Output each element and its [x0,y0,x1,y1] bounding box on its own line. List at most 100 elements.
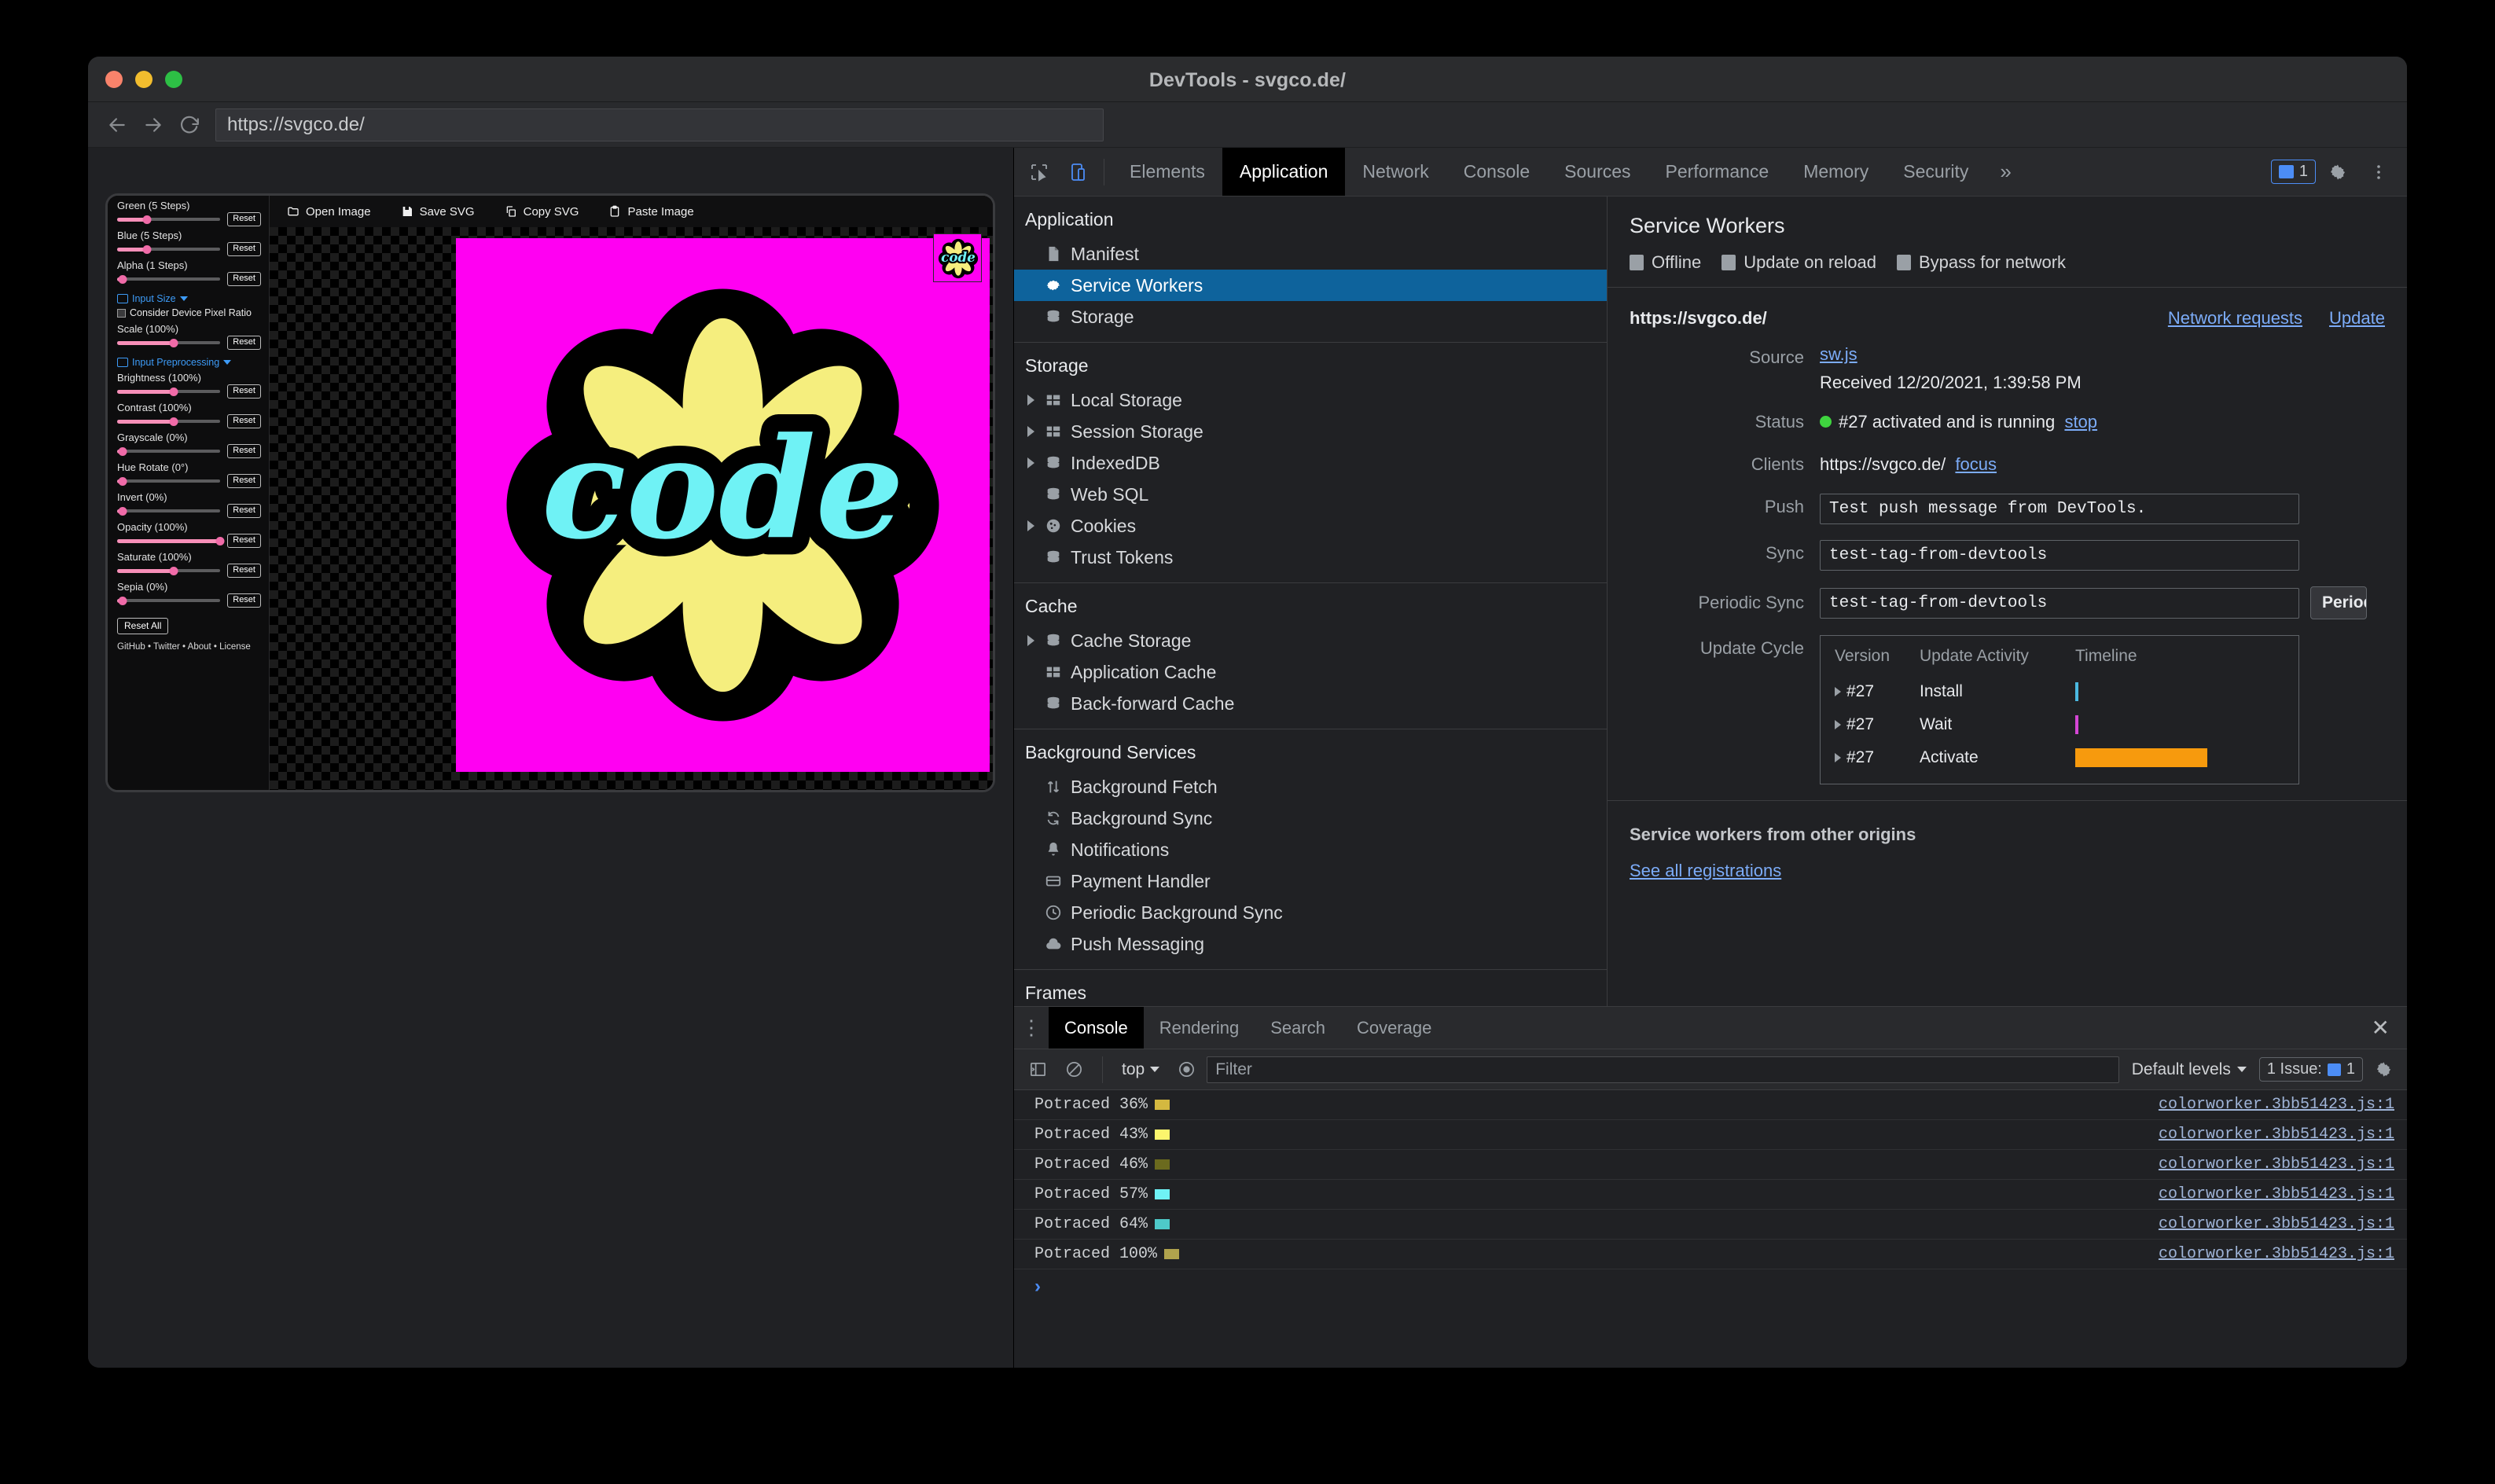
forward-button[interactable] [135,107,171,143]
sidebar-item-background-fetch[interactable]: Background Fetch [1014,771,1607,803]
application-sidebar[interactable]: Application Manifest Service Workers Sto… [1014,197,1608,1006]
console-message-row[interactable]: Potraced 43% colorworker.3bb51423.js:1 [1014,1120,2407,1150]
inspect-element-icon[interactable] [1020,153,1058,191]
slider-track-brightness[interactable] [117,387,223,397]
reset-button-blue[interactable]: Reset [227,242,261,256]
sidebar-item-trust-tokens[interactable]: Trust Tokens [1014,542,1607,573]
slider-track-scale[interactable] [117,338,223,348]
slider-control-sepia[interactable]: Sepia (0%) Reset [117,580,261,608]
reset-button-brightness[interactable]: Reset [227,384,261,399]
slider-control-green[interactable]: Green (5 Steps) Reset [117,199,261,226]
slider-control-opacity[interactable]: Opacity (100%) Reset [117,520,261,548]
tab-performance[interactable]: Performance [1648,148,1787,196]
checkbox-box[interactable] [1896,255,1911,270]
update-cycle-row-install[interactable]: #27 Install [1821,675,2298,708]
svg-canvas[interactable]: code code code code [270,227,993,790]
slider-knob[interactable] [118,476,127,486]
reset-button-sepia[interactable]: Reset [227,593,261,608]
message-source-link[interactable]: colorworker.3bb51423.js:1 [2159,1245,2394,1263]
sidebar-item-push-messaging[interactable]: Push Messaging [1014,928,1607,960]
slider-knob[interactable] [169,566,178,575]
slider-knob[interactable] [118,274,127,284]
slider-control-invert[interactable]: Invert (0%) Reset [117,490,261,518]
slider-track-alpha[interactable] [117,274,223,285]
focus-link[interactable]: focus [1955,454,1997,474]
tab-memory[interactable]: Memory [1786,148,1886,196]
slider-track-grayscale[interactable] [117,446,223,457]
checkbox-box[interactable] [1722,255,1736,270]
slider-control-scale[interactable]: Scale (100%) Reset [117,322,261,350]
tab-application[interactable]: Application [1222,148,1346,196]
expand-twisty[interactable] [1025,520,1036,531]
drawer-tab-rendering[interactable]: Rendering [1144,1007,1255,1049]
source-file-link[interactable]: sw.js [1820,344,1857,364]
footer-links[interactable]: GitHub • Twitter • About • License [117,642,261,652]
expand-twisty[interactable] [1025,426,1036,437]
console-message-row[interactable]: Potraced 36% colorworker.3bb51423.js:1 [1014,1090,2407,1120]
periodic-sync-button[interactable]: Periodic Sync [2310,586,2367,619]
message-source-link[interactable]: colorworker.3bb51423.js:1 [2159,1126,2394,1144]
slider-knob[interactable] [118,596,127,605]
periodic-sync-input[interactable] [1820,587,2299,619]
reset-button-grayscale[interactable]: Reset [227,444,261,458]
clear-console-icon[interactable] [1058,1054,1089,1085]
checkbox-offline[interactable]: Offline [1630,252,1701,273]
tab-sources[interactable]: Sources [1547,148,1648,196]
console-message-row[interactable]: Potraced 57% colorworker.3bb51423.js:1 [1014,1180,2407,1210]
console-message-row[interactable]: Potraced 46% colorworker.3bb51423.js:1 [1014,1150,2407,1180]
tab-network[interactable]: Network [1345,148,1446,196]
slider-control-blue[interactable]: Blue (5 Steps) Reset [117,229,261,256]
console-prompt[interactable]: › [1014,1269,2407,1304]
slider-knob[interactable] [118,506,127,516]
sidebar-item-indexeddb[interactable]: IndexedDB [1014,447,1607,479]
checkbox-device-pixel-ratio[interactable]: Consider Device Pixel Ratio [117,307,261,318]
see-all-registrations-link[interactable]: See all registrations [1630,861,1781,880]
slider-track-saturate[interactable] [117,566,223,576]
expand-twisty[interactable] [1835,687,1841,696]
message-source-link[interactable]: colorworker.3bb51423.js:1 [2159,1215,2394,1233]
sidebar-item-notifications[interactable]: Notifications [1014,834,1607,865]
slider-knob[interactable] [118,446,127,456]
section-input-size[interactable]: Input Size [117,293,261,304]
network-requests-link[interactable]: Network requests [2168,308,2302,329]
svgco-controls-panel[interactable]: Green (5 Steps) Reset Blue (5 Steps) Res… [108,196,270,790]
address-bar[interactable]: https://svgco.de/ [215,108,1104,141]
reset-button-alpha[interactable]: Reset [227,272,261,286]
sidebar-item-payment-handler[interactable]: Payment Handler [1014,865,1607,897]
sidebar-item-local-storage[interactable]: Local Storage [1014,384,1607,416]
expand-twisty[interactable] [1835,720,1841,729]
sidebar-item-session-storage[interactable]: Session Storage [1014,416,1607,447]
sidebar-item-manifest[interactable]: Manifest [1014,238,1607,270]
reset-button-scale[interactable]: Reset [227,336,261,350]
sidebar-item-periodic-background-sync[interactable]: Periodic Background Sync [1014,897,1607,928]
expand-twisty[interactable] [1835,753,1841,762]
live-expression-icon[interactable] [1170,1054,1202,1085]
console-message-list[interactable]: Potraced 36% colorworker.3bb51423.js:1 P… [1014,1090,2407,1368]
sidebar-item-back-forward-cache[interactable]: Back-forward Cache [1014,688,1607,719]
tab-security[interactable]: Security [1886,148,1986,196]
expand-twisty[interactable] [1025,635,1036,646]
checkbox-box[interactable] [1630,255,1644,270]
issues-badge[interactable]: 1 [2270,160,2316,184]
sync-input[interactable] [1820,540,2299,571]
open-image-button[interactable]: Open Image [287,205,371,219]
reload-button[interactable] [171,107,208,143]
slider-knob[interactable] [169,338,178,347]
update-cycle-row-activate[interactable]: #27 Activate [1821,741,2298,774]
slider-control-brightness[interactable]: Brightness (100%) Reset [117,371,261,399]
reset-all-button[interactable]: Reset All [117,618,169,634]
slider-knob[interactable] [169,417,178,426]
drawer-tab-coverage[interactable]: Coverage [1341,1007,1447,1049]
sidebar-item-application-cache[interactable]: Application Cache [1014,656,1607,688]
expand-twisty[interactable] [1025,457,1036,468]
sidebar-item-background-sync[interactable]: Background Sync [1014,803,1607,834]
drawer-tab-console[interactable]: Console [1049,1007,1144,1049]
save-svg-button[interactable]: Save SVG [401,205,475,219]
gear-icon[interactable] [2319,153,2357,191]
drawer-tab-search[interactable]: Search [1255,1007,1341,1049]
tab-console[interactable]: Console [1446,148,1547,196]
console-filter-input[interactable]: Filter [1207,1056,2119,1083]
expand-twisty[interactable] [1025,395,1036,406]
slider-knob[interactable] [169,387,178,396]
back-button[interactable] [99,107,135,143]
